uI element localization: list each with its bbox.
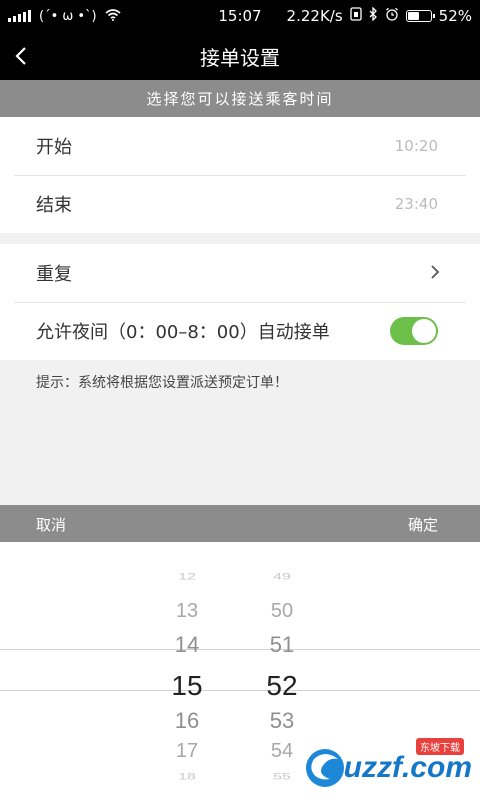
hour-option[interactable]: 17 xyxy=(147,740,227,763)
picker-selection-bottom-line xyxy=(0,690,480,691)
hour-option[interactable]: 14 xyxy=(147,632,227,658)
end-time-row[interactable]: 结束 23:40 xyxy=(0,175,480,233)
status-bar: (´• ω •`) 15:07 2.22K/s 52% xyxy=(0,0,480,32)
watermark-logo: uzzf.com 东坡下载 xyxy=(302,738,472,792)
start-time-label: 开始 xyxy=(36,137,72,158)
time-settings-card: 开始 10:20 结束 23:40 xyxy=(0,117,480,233)
confirm-button[interactable]: 确定 xyxy=(408,514,438,535)
start-time-value: 10:20 xyxy=(394,137,438,155)
hour-option[interactable]: 12 xyxy=(147,572,227,583)
hint-text: 提示：系统将根据您设置派送预定订单！ xyxy=(36,375,288,391)
end-time-label: 结束 xyxy=(36,195,72,216)
minute-option[interactable]: 51 xyxy=(242,632,322,658)
repeat-label: 重复 xyxy=(36,264,72,285)
minute-option[interactable]: 49 xyxy=(242,572,322,583)
battery-icon xyxy=(405,10,435,22)
minute-selected[interactable]: 52 xyxy=(242,670,322,702)
hour-option[interactable]: 13 xyxy=(147,600,227,623)
start-time-row[interactable]: 开始 10:20 xyxy=(0,117,480,175)
watermark-tag: 东坡下载 xyxy=(416,738,464,755)
section-header: 选择您可以接送乘客时间 xyxy=(0,80,480,117)
options-card: 重复 允许夜间（0：00–8：00）自动接单 xyxy=(0,244,480,360)
page-title: 接单设置 xyxy=(200,46,280,70)
nav-bar: 接单设置 xyxy=(0,32,480,80)
night-auto-accept-row: 允许夜间（0：00–8：00）自动接单 xyxy=(0,302,480,360)
picker-selection-top-line xyxy=(0,649,480,650)
cancel-button[interactable]: 取消 xyxy=(36,514,66,535)
bluetooth-icon xyxy=(369,6,378,25)
hour-option[interactable]: 18 xyxy=(147,772,227,783)
minute-option[interactable]: 50 xyxy=(242,600,322,623)
network-speed: 2.22K/s xyxy=(286,7,343,25)
hour-option[interactable]: 16 xyxy=(147,708,227,734)
chevron-right-icon xyxy=(431,265,440,279)
alarm-icon xyxy=(385,7,399,25)
minute-option[interactable]: 53 xyxy=(242,708,322,734)
repeat-row[interactable]: 重复 xyxy=(0,244,480,302)
end-time-value: 23:40 xyxy=(394,195,438,213)
battery-text: 52% xyxy=(438,7,472,25)
uzzf-logo-icon xyxy=(305,749,344,787)
night-auto-accept-toggle[interactable] xyxy=(390,317,438,345)
sim-icon xyxy=(350,7,362,25)
toggle-knob xyxy=(412,319,436,343)
watermark-text: uzzf.com xyxy=(343,751,472,784)
night-auto-accept-label: 允许夜间（0：00–8：00）自动接单 xyxy=(36,322,330,343)
hour-selected[interactable]: 15 xyxy=(147,670,227,702)
picker-toolbar: 取消 确定 xyxy=(0,505,480,542)
